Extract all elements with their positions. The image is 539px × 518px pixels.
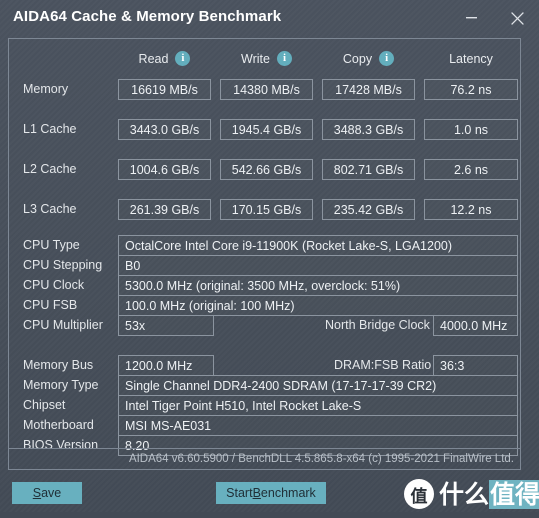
bench-memory-latency: 76.2 ns: [424, 79, 518, 100]
write-info-icon[interactable]: [276, 51, 292, 66]
status-bar: AIDA64 v6.60.5900 / BenchDLL 4.5.865.8-x…: [8, 448, 521, 470]
north-bridge-clock-value: 4000.0 MHz: [433, 315, 518, 336]
cpu-stepping-value: B0: [118, 255, 518, 276]
start-benchmark-accel: B: [252, 486, 261, 500]
smzdm-watermark: 值 什么值得买: [404, 478, 539, 510]
status-bar-text: AIDA64 v6.60.5900 / BenchDLL 4.5.865.8-x…: [128, 453, 514, 465]
memory-type-label: Memory Type: [23, 378, 99, 392]
smzdm-logo-icon: 值: [404, 479, 434, 509]
cpu-fsb-value: 100.0 MHz (original: 100 MHz): [118, 295, 518, 316]
copy-info-icon[interactable]: [379, 51, 395, 66]
cpu-clock-value: 5300.0 MHz (original: 3500 MHz, overcloc…: [118, 275, 518, 296]
memory-bus-label: Memory Bus: [23, 358, 94, 372]
chipset-value: Intel Tiger Point H510, Intel Rocket Lak…: [118, 395, 518, 416]
start-benchmark-suffix: enchmark: [260, 486, 316, 500]
cpu-fsb-label: CPU FSB: [23, 298, 78, 312]
minimize-icon: [465, 17, 477, 19]
motherboard-value: MSI MS-AE031: [118, 415, 518, 436]
bench-row-label-l1: L1 Cache: [23, 122, 77, 136]
column-header-read: Read: [118, 50, 211, 67]
save-button[interactable]: Save: [12, 482, 82, 504]
bench-l1-write: 1945.4 GB/s: [220, 119, 313, 140]
column-header-write-label: Write: [241, 51, 270, 66]
start-benchmark-prefix: Start: [226, 486, 253, 500]
column-header-latency-label: Latency: [449, 51, 493, 66]
memory-bus-value: 1200.0 MHz: [118, 355, 214, 376]
start-benchmark-button[interactable]: Start Benchmark: [216, 482, 326, 504]
column-header-latency: Latency: [424, 50, 518, 67]
bench-memory-write: 14380 MB/s: [220, 79, 313, 100]
bench-l3-latency: 12.2 ns: [424, 199, 518, 220]
motherboard-label: Motherboard: [23, 418, 94, 432]
save-button-accel: S: [32, 486, 42, 500]
bench-l2-write: 542.66 GB/s: [220, 159, 313, 180]
bench-memory-copy: 17428 MB/s: [322, 79, 415, 100]
chipset-label: Chipset: [23, 398, 66, 412]
bench-l3-write: 170.15 GB/s: [220, 199, 313, 220]
read-info-icon[interactable]: [175, 51, 191, 66]
close-icon: [510, 11, 524, 25]
north-bridge-clock-label: North Bridge Clock: [325, 318, 430, 332]
cpu-multiplier-label: CPU Multiplier: [23, 318, 103, 332]
bench-l2-read: 1004.6 GB/s: [118, 159, 211, 180]
column-header-copy: Copy: [322, 50, 415, 67]
aida64-window: AIDA64 Cache & Memory Benchmark Read Wri…: [0, 0, 539, 518]
bench-row-label-memory: Memory: [23, 82, 69, 96]
bench-l3-copy: 235.42 GB/s: [322, 199, 415, 220]
smzdm-watermark-text: 什么值得买: [439, 479, 539, 509]
column-header-read-label: Read: [138, 51, 169, 66]
cpu-clock-label: CPU Clock: [23, 278, 85, 292]
minimize-button[interactable]: [457, 5, 485, 31]
cpu-type-label: CPU Type: [23, 238, 80, 252]
bench-memory-read: 16619 MB/s: [118, 79, 211, 100]
smzdm-text-highlight: 值得买: [489, 479, 539, 509]
close-button[interactable]: [503, 5, 531, 31]
smzdm-text-plain: 什么: [439, 479, 490, 509]
title-bar: AIDA64 Cache & Memory Benchmark: [0, 0, 539, 38]
bench-row-label-l3: L3 Cache: [23, 202, 77, 216]
bench-l2-latency: 2.6 ns: [424, 159, 518, 180]
memory-type-value: Single Channel DDR4-2400 SDRAM (17-17-17…: [118, 375, 518, 396]
bench-l1-latency: 1.0 ns: [424, 119, 518, 140]
dram-fsb-ratio-value: 36:3: [433, 355, 518, 376]
bench-l1-read: 3443.0 GB/s: [118, 119, 211, 140]
save-button-label: ave: [41, 486, 62, 500]
window-bottom-strip: [0, 512, 539, 518]
benchmark-panel: Read Write Copy Latency Memory 16619 MB/…: [8, 38, 521, 470]
window-title: AIDA64 Cache & Memory Benchmark: [13, 8, 282, 25]
column-header-write: Write: [220, 50, 313, 67]
bench-l3-read: 261.39 GB/s: [118, 199, 211, 220]
cpu-stepping-label: CPU Stepping: [23, 258, 103, 272]
dram-fsb-ratio-label: DRAM:FSB Ratio: [334, 358, 432, 372]
bench-row-label-l2: L2 Cache: [23, 162, 77, 176]
column-header-copy-label: Copy: [342, 51, 373, 66]
bench-l1-copy: 3488.3 GB/s: [322, 119, 415, 140]
cpu-type-value: OctalCore Intel Core i9-11900K (Rocket L…: [118, 235, 518, 256]
bench-l2-copy: 802.71 GB/s: [322, 159, 415, 180]
cpu-multiplier-value: 53x: [118, 315, 214, 336]
